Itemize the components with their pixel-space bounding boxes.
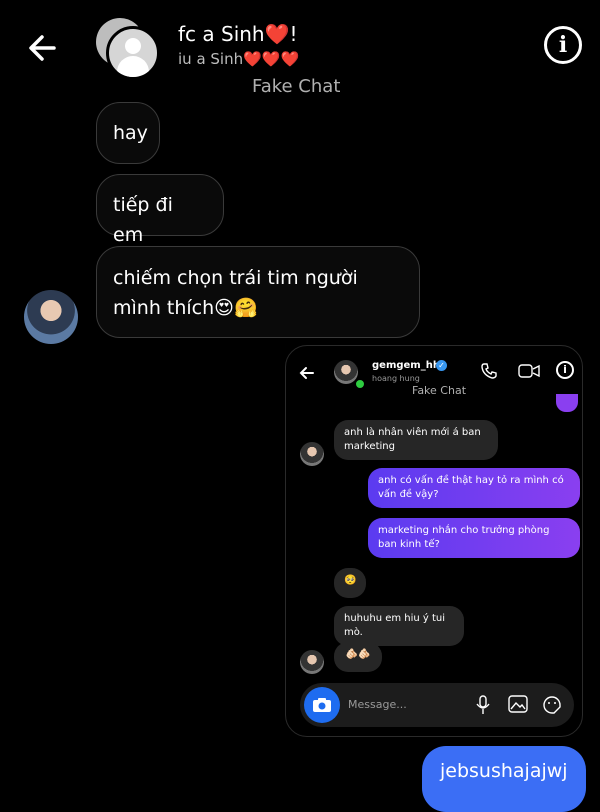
- inner-sender-avatar: [300, 442, 324, 466]
- outgoing-message-text: jebsushajajwj: [440, 760, 568, 782]
- verified-icon: ✓: [436, 360, 447, 371]
- inner-message-me: marketing nhắn cho trưởng phòng ban kinh…: [368, 518, 580, 558]
- group-avatar[interactable]: [96, 18, 160, 80]
- message-text: tiếp đi em: [113, 194, 173, 246]
- online-dot: [354, 378, 366, 390]
- inner-info-icon: i: [556, 361, 574, 379]
- shared-screenshot[interactable]: gemgem_hhh ✓ hoang hung Fake Chat i anh …: [285, 345, 583, 737]
- inner-back-icon: [298, 364, 316, 386]
- inner-message-me: anh có vấn đề thật hay tỏ ra mình có vấn…: [368, 468, 580, 508]
- inner-watermark: Fake Chat: [412, 384, 467, 397]
- chat-subtitle: iu a Sinh❤️❤️❤️: [178, 50, 300, 68]
- inner-subname: hoang hung: [372, 374, 420, 383]
- fake-chat-watermark: Fake Chat: [252, 76, 341, 97]
- prev-message-tail: [556, 394, 578, 412]
- message-bubble[interactable]: hay: [96, 102, 160, 164]
- phone-icon: [480, 362, 498, 384]
- message-bubble[interactable]: chiếm chọn trái tim người mình thích😍🤗: [96, 246, 420, 338]
- inner-message: huhuhu em hiu ý tui mò.: [334, 606, 464, 646]
- inner-message: 🫵🏻🫵🏻: [334, 642, 382, 672]
- inner-message: anh là nhân viên mới á ban marketing: [334, 420, 498, 460]
- video-call-icon: [518, 363, 540, 383]
- inner-composer: Message...: [300, 683, 574, 727]
- sender-avatar[interactable]: [24, 290, 78, 344]
- camera-icon: [304, 687, 340, 723]
- microphone-icon: [476, 695, 490, 719]
- message-text-line: chiếm chọn trái tim người: [113, 267, 358, 289]
- sticker-icon: [542, 695, 562, 719]
- chat-title[interactable]: fc a Sinh❤️!: [178, 22, 298, 46]
- message-text: hay: [113, 122, 148, 144]
- avatar-placeholder-front: [106, 26, 160, 80]
- outgoing-message-bubble[interactable]: jebsushajajwj: [422, 746, 586, 812]
- inner-message: 🥺: [334, 568, 366, 598]
- message-text-line: mình thích😍🤗: [113, 297, 258, 319]
- composer-placeholder: Message...: [348, 698, 407, 711]
- message-bubble[interactable]: tiếp đi em: [96, 174, 224, 246]
- gallery-icon: [508, 695, 528, 717]
- back-arrow-icon[interactable]: [22, 28, 62, 68]
- info-icon[interactable]: i: [544, 26, 582, 64]
- inner-sender-avatar: [300, 650, 324, 674]
